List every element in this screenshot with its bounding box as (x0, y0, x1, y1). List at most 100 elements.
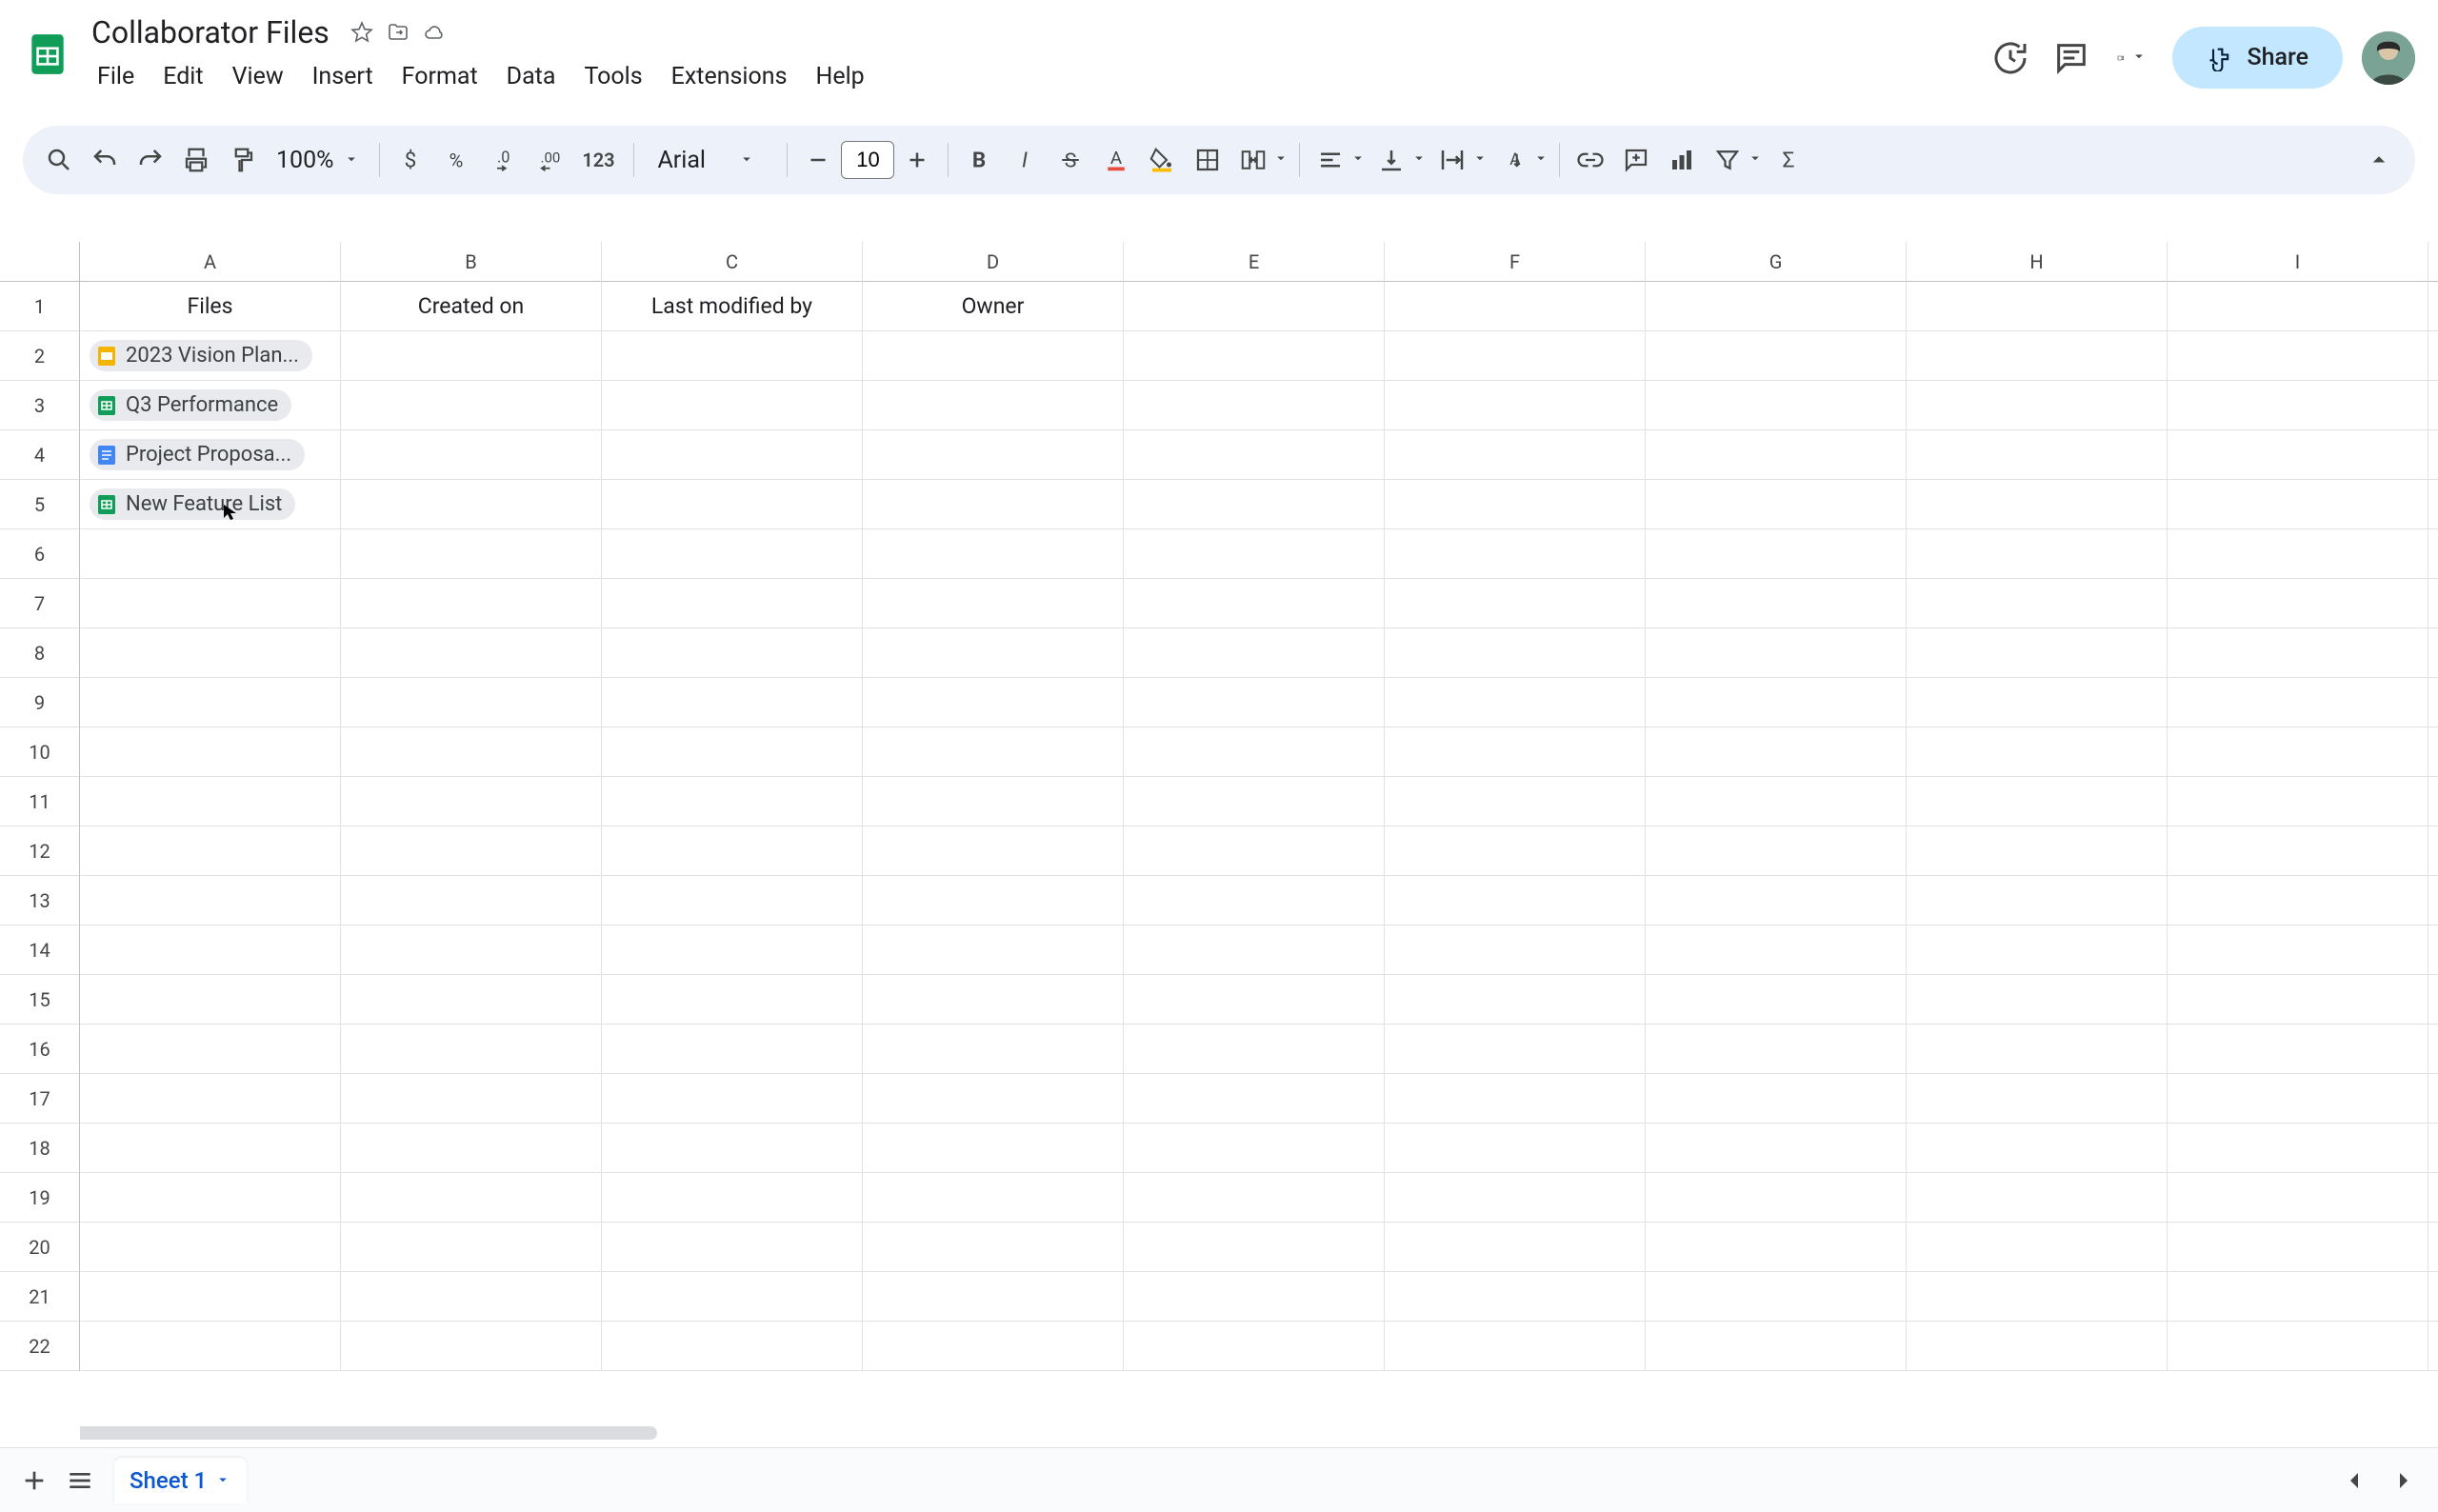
cell-I9[interactable] (2168, 678, 2428, 727)
menu-edit[interactable]: Edit (150, 57, 216, 96)
cell-D8[interactable] (863, 628, 1124, 678)
cell-G13[interactable] (1646, 876, 1907, 925)
cell-B10[interactable] (341, 727, 602, 777)
cell-I8[interactable] (2168, 628, 2428, 678)
cell-H9[interactable] (1907, 678, 2168, 727)
cell-F3[interactable] (1385, 381, 1646, 430)
cell-D7[interactable] (863, 579, 1124, 628)
column-header-I[interactable]: I (2168, 242, 2428, 282)
cell-C4[interactable] (602, 430, 863, 480)
cell-G16[interactable] (1646, 1025, 1907, 1074)
file-chip[interactable]: New Feature List (90, 488, 295, 520)
cell-E13[interactable] (1124, 876, 1385, 925)
cell-D19[interactable] (863, 1173, 1124, 1223)
cell-G5[interactable] (1646, 480, 1907, 529)
cell-F2[interactable] (1385, 331, 1646, 381)
cell-C16[interactable] (602, 1025, 863, 1074)
cell-C21[interactable] (602, 1272, 863, 1322)
rotation-dropdown-icon[interactable] (1532, 149, 1549, 170)
cell-F8[interactable] (1385, 628, 1646, 678)
cell-J5[interactable] (2428, 480, 2438, 529)
cell-E7[interactable] (1124, 579, 1385, 628)
decrease-font-size-button[interactable] (797, 139, 839, 181)
row-header-12[interactable]: 12 (0, 826, 80, 876)
cell-H20[interactable] (1907, 1223, 2168, 1272)
cell-C18[interactable] (602, 1124, 863, 1173)
cell-F7[interactable] (1385, 579, 1646, 628)
cell-E16[interactable] (1124, 1025, 1385, 1074)
cell-D3[interactable] (863, 381, 1124, 430)
cell-H3[interactable] (1907, 381, 2168, 430)
cell-H17[interactable] (1907, 1074, 2168, 1124)
cell-D6[interactable] (863, 529, 1124, 579)
cell-B19[interactable] (341, 1173, 602, 1223)
sheet-tab[interactable]: Sheet 1 (114, 1458, 247, 1503)
cell-F6[interactable] (1385, 529, 1646, 579)
menu-format[interactable]: Format (389, 57, 491, 96)
cell-A14[interactable] (80, 925, 341, 975)
cell-H4[interactable] (1907, 430, 2168, 480)
cell-D11[interactable] (863, 777, 1124, 826)
cell-A8[interactable] (80, 628, 341, 678)
cell-I15[interactable] (2168, 975, 2428, 1025)
cell-J11[interactable] (2428, 777, 2438, 826)
vertical-align-button[interactable] (1370, 139, 1412, 181)
file-chip[interactable]: Project Proposa... (90, 439, 305, 470)
cell-C20[interactable] (602, 1223, 863, 1272)
cell-J20[interactable] (2428, 1223, 2438, 1272)
cell-J22[interactable] (2428, 1322, 2438, 1371)
cell-B7[interactable] (341, 579, 602, 628)
sheet-tab-menu-icon[interactable] (214, 1467, 231, 1494)
cell-A13[interactable] (80, 876, 341, 925)
font-size-input[interactable] (841, 141, 894, 179)
cell-J3[interactable] (2428, 381, 2438, 430)
account-avatar[interactable] (2362, 31, 2415, 85)
paint-format-button[interactable] (221, 139, 263, 181)
cell-C17[interactable] (602, 1074, 863, 1124)
cell-D12[interactable] (863, 826, 1124, 876)
cell-D20[interactable] (863, 1223, 1124, 1272)
star-icon[interactable] (350, 21, 373, 44)
halign-dropdown-icon[interactable] (1349, 149, 1367, 170)
cell-J21[interactable] (2428, 1272, 2438, 1322)
cell-H8[interactable] (1907, 628, 2168, 678)
column-header-J[interactable]: J (2428, 242, 2438, 282)
menu-data[interactable]: Data (493, 57, 570, 96)
cell-E1[interactable] (1124, 282, 1385, 331)
column-header-A[interactable]: A (80, 242, 341, 282)
cell-A6[interactable] (80, 529, 341, 579)
row-header-13[interactable]: 13 (0, 876, 80, 925)
text-rotation-button[interactable]: A (1492, 139, 1534, 181)
cell-C8[interactable] (602, 628, 863, 678)
cell-J10[interactable] (2428, 727, 2438, 777)
cloud-status-icon[interactable] (423, 21, 446, 44)
cell-H18[interactable] (1907, 1124, 2168, 1173)
cell-A4[interactable]: Project Proposa... (80, 430, 341, 480)
cell-C6[interactable] (602, 529, 863, 579)
cell-E11[interactable] (1124, 777, 1385, 826)
cell-G20[interactable] (1646, 1223, 1907, 1272)
cell-D10[interactable] (863, 727, 1124, 777)
cell-F13[interactable] (1385, 876, 1646, 925)
cell-E5[interactable] (1124, 480, 1385, 529)
row-header-15[interactable]: 15 (0, 975, 80, 1025)
functions-button[interactable]: Σ (1768, 139, 1809, 181)
row-header-7[interactable]: 7 (0, 579, 80, 628)
cell-F19[interactable] (1385, 1173, 1646, 1223)
cell-F20[interactable] (1385, 1223, 1646, 1272)
cell-C11[interactable] (602, 777, 863, 826)
horizontal-scrollbar[interactable] (10, 1424, 2385, 1443)
scroll-sheets-right-button[interactable] (2381, 1458, 2427, 1503)
cell-A16[interactable] (80, 1025, 341, 1074)
cell-J8[interactable] (2428, 628, 2438, 678)
row-header-5[interactable]: 5 (0, 480, 80, 529)
cell-D2[interactable] (863, 331, 1124, 381)
cell-I3[interactable] (2168, 381, 2428, 430)
cell-G21[interactable] (1646, 1272, 1907, 1322)
menu-tools[interactable]: Tools (570, 57, 655, 96)
history-icon[interactable] (1989, 37, 2031, 79)
row-header-17[interactable]: 17 (0, 1074, 80, 1124)
cell-C9[interactable] (602, 678, 863, 727)
bold-button[interactable]: B (958, 139, 1000, 181)
row-header-18[interactable]: 18 (0, 1124, 80, 1173)
